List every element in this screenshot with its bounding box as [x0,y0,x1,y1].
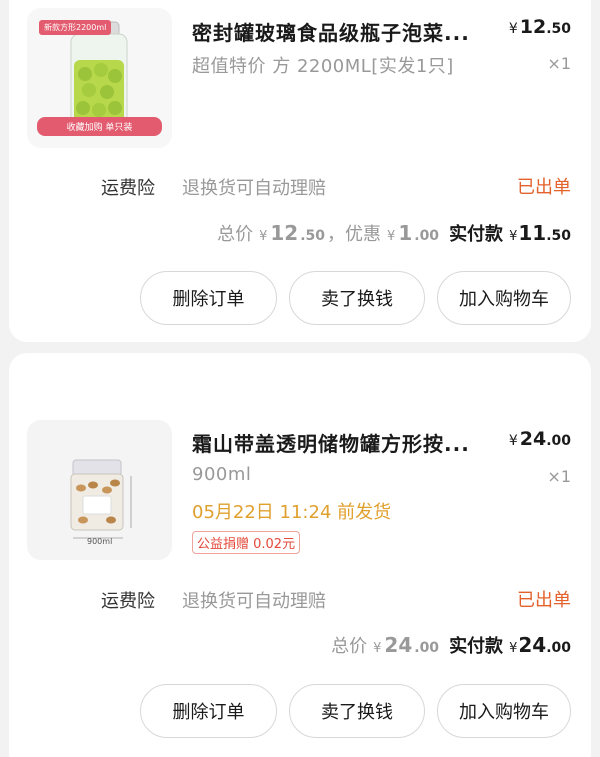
paid-amount: ¥11.50 [505,221,571,245]
delete-order-button[interactable]: 删除订单 [140,684,277,738]
product-quantity: ×1 [547,467,571,486]
discount-decimal: .00 [414,228,440,244]
order-status: 已出单 [517,590,571,611]
product-price: ¥24.00 [509,428,571,450]
total-decimal: .00 [414,640,440,656]
order-card: 新款方形2200ml 收藏加购 单只装 密封罐玻璃食品级瓶子泡菜... ¥12.… [9,0,591,342]
delete-order-button[interactable]: 删除订单 [140,271,277,325]
add-to-cart-button[interactable]: 加入购物车 [437,684,571,738]
total-label: 总价 [217,224,254,245]
currency-symbol: ¥ [259,229,268,244]
order-card: 900ml 霜山带盖透明储物罐方形按... ¥24.00 900ml ×1 05… [9,353,591,757]
image-badge: 新款方形2200ml [39,20,112,35]
add-to-cart-button[interactable]: 加入购物车 [437,271,571,325]
price-integer: 12 [519,16,547,38]
paid-integer: 24 [518,633,547,657]
product-image[interactable]: 900ml [27,420,172,560]
resell-button[interactable]: 卖了换钱 [289,271,425,325]
currency-symbol: ¥ [508,21,518,37]
currency-symbol: ¥ [509,641,518,656]
paid-label: 实付款 [449,636,504,657]
paid-amount: ¥24.00 [505,633,571,657]
total-label: 总价 [331,636,368,657]
order-totals: 总价 ¥24.00 实付款 ¥24.00 [331,632,571,658]
product-price: ¥12.50 [509,16,571,38]
product-spec: 900ml [192,464,252,485]
insurance-label: 运费险 [101,178,155,199]
insurance-description: 退换货可自动理赔 [182,178,326,199]
total-integer: 12 [270,221,299,245]
product-spec: 超值特价 方 2200ML[实发1只] [192,56,454,77]
charity-badge: 公益捐赠 0.02元 [192,531,301,554]
total-decimal: .50 [300,228,326,244]
total-integer: 24 [384,633,413,657]
product-title[interactable]: 密封罐玻璃食品级瓶子泡菜... [192,17,492,46]
currency-symbol: ¥ [373,641,382,656]
currency-symbol: ¥ [508,433,518,449]
insurance-label: 运费险 [101,591,155,612]
price-decimal: .00 [546,433,571,449]
product-title[interactable]: 霜山带盖透明储物罐方形按... [192,428,492,457]
price-integer: 24 [519,428,547,450]
discount-label: ，优惠 [327,224,382,245]
currency-symbol: ¥ [509,229,518,244]
order-status: 已出单 [517,177,571,198]
paid-decimal: .50 [546,228,571,244]
product-image[interactable]: 新款方形2200ml 收藏加购 单只装 [27,8,172,148]
price-decimal: .50 [546,21,571,37]
resell-button[interactable]: 卖了换钱 [289,684,425,738]
order-totals: 总价 ¥12.50 ，优惠 ¥1.00 实付款 ¥11.50 [217,220,571,246]
insurance-description: 退换货可自动理赔 [182,591,326,612]
product-quantity: ×1 [547,54,571,73]
currency-symbol: ¥ [387,229,396,244]
ship-time: 05月22日 11:24 前发货 [192,502,392,523]
paid-decimal: .00 [546,640,571,656]
image-promo-banner: 收藏加购 单只装 [37,117,162,136]
paid-integer: 11 [518,221,547,245]
image-caption: 900ml [87,537,113,546]
discount-integer: 1 [398,221,413,245]
paid-label: 实付款 [449,224,504,245]
